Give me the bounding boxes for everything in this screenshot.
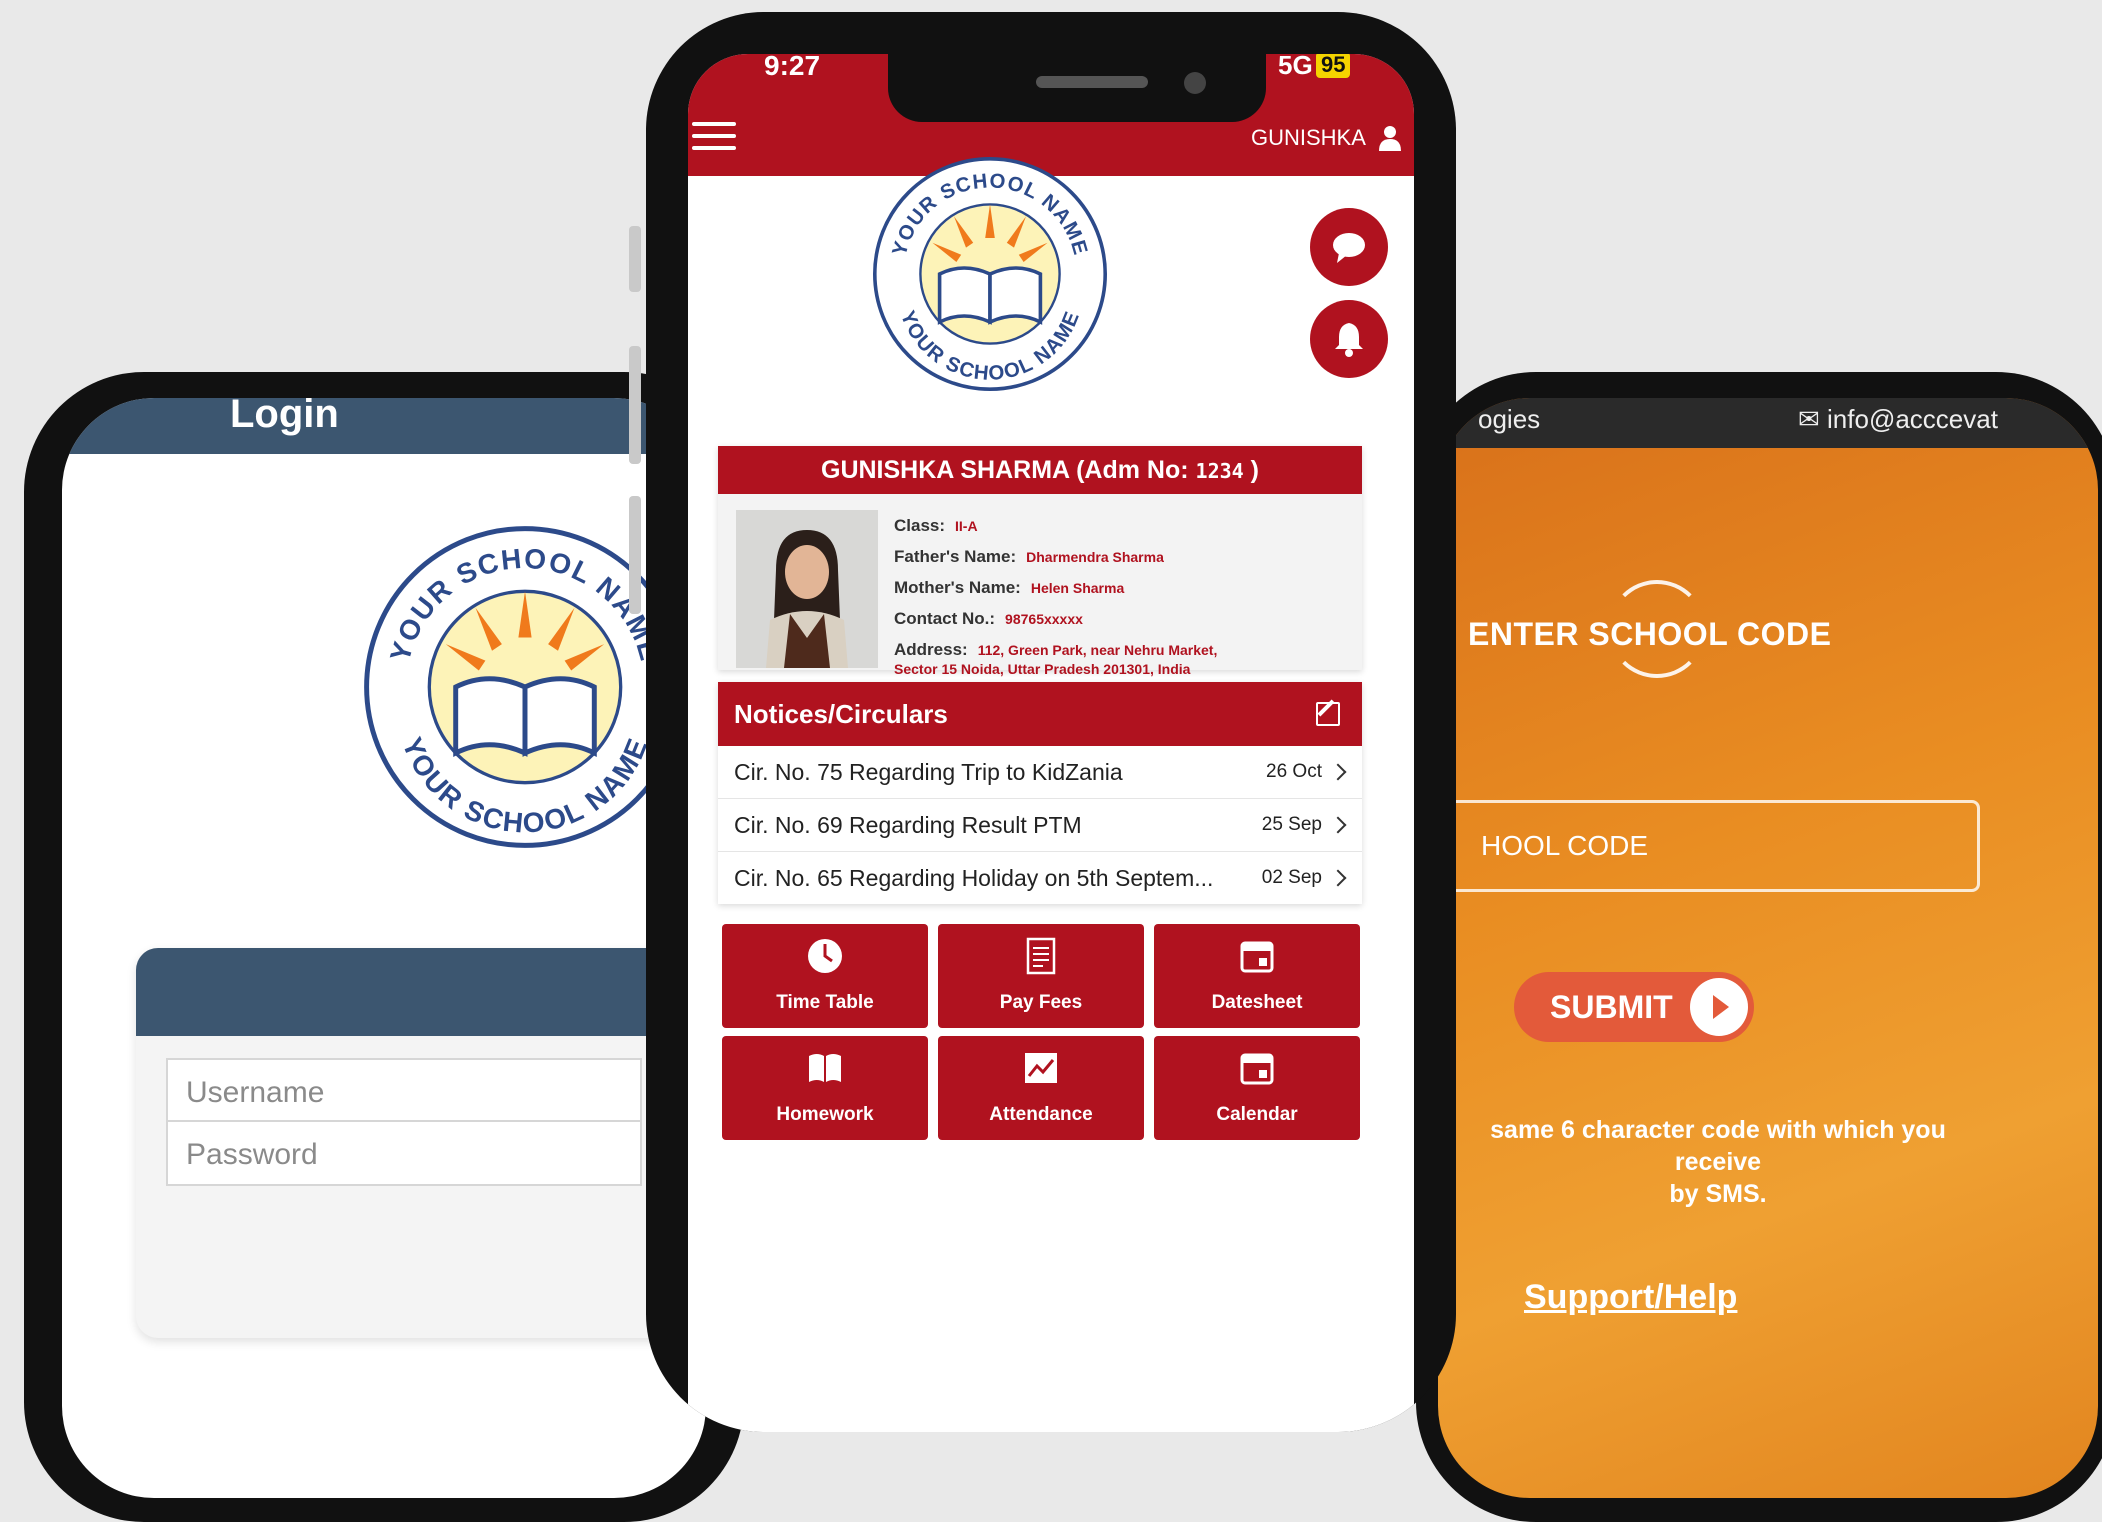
notice-title: Cir. No. 69 Regarding Result PTM: [734, 812, 1082, 838]
tile-label: Time Table: [776, 992, 874, 1013]
chevron-right-icon: [1329, 816, 1347, 834]
tile-pay-fees[interactable]: Pay Fees: [938, 924, 1144, 1028]
hint-line-2: by SMS.: [1669, 1180, 1767, 1208]
login-screen: Login YOUR SCHOOL NAME YOUR SCHOOL NAME …: [62, 398, 706, 1498]
school-code-screen: ogies ✉ info@acccevat ENTER SCHOOL CODE …: [1438, 398, 2098, 1498]
notice-item[interactable]: Cir. No. 75 Regarding Trip to KidZania 2…: [718, 746, 1362, 799]
company-name-text: ogies: [1478, 404, 1541, 434]
chat-icon: [1333, 233, 1365, 263]
user-icon: [1379, 126, 1401, 152]
notice-item[interactable]: Cir. No. 69 Regarding Result PTM 25 Sep: [718, 799, 1362, 852]
father-value: Dharmendra Sharma: [1026, 549, 1164, 565]
address-line-2: Sector 15 Noida, Uttar Pradesh 201301, I…: [894, 661, 1191, 677]
calendar-icon: [1240, 941, 1274, 973]
status-time: 9:27: [764, 54, 821, 81]
notice-title: Cir. No. 75 Regarding Trip to KidZania: [734, 759, 1123, 785]
tile-label: Homework: [776, 1104, 874, 1125]
play-arrow-icon: [1690, 978, 1748, 1036]
user-name: GUNISHKA: [1250, 125, 1366, 151]
username-input[interactable]: Username: [166, 1058, 642, 1124]
volume-up-button: [629, 346, 641, 464]
hint-line-1: same 6 character code with which you rec…: [1490, 1116, 1946, 1176]
tile-label: Datesheet: [1211, 992, 1303, 1013]
notices-header: Notices/Circulars: [718, 682, 1362, 746]
submit-label: SUBMIT: [1550, 989, 1673, 1025]
address-line-1: 112, Green Park, near Nehru Market,: [977, 642, 1218, 658]
login-header: Login: [62, 398, 706, 454]
volume-down-button: [629, 496, 641, 614]
login-form-card: Username Password F: [136, 948, 706, 1338]
tile-time-table[interactable]: Time Table: [722, 924, 928, 1028]
support-help-link[interactable]: Support/Help: [1524, 1278, 1737, 1317]
battery-indicator: 95: [1316, 54, 1351, 78]
clock-icon: [808, 939, 842, 973]
tile-calendar[interactable]: Calendar: [1154, 1036, 1360, 1140]
tile-attendance[interactable]: Attendance: [938, 1036, 1144, 1140]
chevron-right-icon: [1329, 869, 1347, 887]
login-card-header: [136, 948, 706, 1036]
mail-icon: ✉: [1798, 404, 1820, 434]
menu-icon[interactable]: [692, 122, 736, 150]
dashboard-screen: 9:27 5G 95 GUNISHKA YOUR SCHOOL NAME YOU…: [688, 54, 1414, 1432]
school-logo: YOUR SCHOOL NAME YOUR SCHOOL NAME: [873, 157, 1107, 391]
chat-button[interactable]: [1310, 208, 1388, 286]
student-photo: [736, 510, 878, 668]
user-profile[interactable]: GUNISHKA: [1250, 124, 1402, 152]
address-label: Address:: [894, 640, 968, 659]
sms-hint-text: same 6 character code with which you rec…: [1478, 1114, 1958, 1210]
tile-label: Calendar: [1216, 1104, 1298, 1125]
notice-date: 02 Sep: [1261, 867, 1322, 888]
student-name: GUNISHKA SHARMA (Adm No:: [821, 456, 1189, 484]
network-indicator: 5G: [1278, 54, 1313, 80]
student-info-card: GUNISHKA SHARMA (Adm No: 1234 ) Class: II…: [718, 446, 1362, 677]
contact-label: Contact No.:: [894, 609, 996, 628]
class-value: II-A: [955, 518, 978, 534]
chart-icon: [1025, 1053, 1057, 1083]
father-label: Father's Name:: [894, 547, 1017, 566]
chevron-right-icon: [1329, 763, 1347, 781]
phone-notch: [888, 54, 1266, 122]
email-text: info@acccevat: [1827, 404, 1998, 434]
document-icon: [1026, 937, 1056, 975]
center-phone-frame: 9:27 5G 95 GUNISHKA YOUR SCHOOL NAME YOU…: [646, 12, 1456, 1432]
tile-label: Pay Fees: [999, 992, 1083, 1013]
school-code-input[interactable]: HOOL CODE: [1438, 800, 1980, 892]
notice-date: 25 Sep: [1261, 814, 1322, 835]
calendar-icon: [1240, 1053, 1274, 1085]
school-code-title: ENTER SCHOOL CODE: [1468, 616, 1832, 652]
student-details: Class: II-A Father's Name: Dharmendra Shar…: [894, 516, 1217, 687]
notices-title: Notices/Circulars: [734, 699, 948, 729]
mother-value: Helen Sharma: [1030, 580, 1125, 596]
mute-switch: [629, 226, 641, 292]
notice-title: Cir. No. 65 Regarding Holiday on 5th Sep…: [734, 865, 1214, 891]
email-contact[interactable]: ✉ info@acccevat: [1798, 404, 1998, 435]
contact-value: 98765xxxxx: [1005, 611, 1083, 627]
speaker-grille: [1036, 76, 1148, 88]
edit-icon[interactable]: [1316, 702, 1340, 726]
class-label: Class:: [894, 516, 946, 535]
notices-card: Notices/Circulars Cir. No. 75 Regarding …: [718, 682, 1362, 904]
admission-close: ): [1250, 456, 1259, 484]
student-name-header: GUNISHKA SHARMA (Adm No: 1234 ): [718, 446, 1362, 494]
notice-date: 26 Oct: [1266, 761, 1322, 782]
tile-datesheet[interactable]: Datesheet: [1154, 924, 1360, 1028]
password-input[interactable]: Password: [166, 1120, 642, 1186]
submit-button[interactable]: SUBMIT: [1514, 972, 1754, 1042]
right-phone-frame: ogies ✉ info@acccevat ENTER SCHOOL CODE …: [1416, 372, 2102, 1522]
top-info-bar: ogies ✉ info@acccevat: [1438, 398, 2098, 448]
mother-label: Mother's Name:: [894, 578, 1021, 597]
notice-item[interactable]: Cir. No. 65 Regarding Holiday on 5th Sep…: [718, 852, 1362, 904]
tile-homework[interactable]: Homework: [722, 1036, 928, 1140]
notification-button[interactable]: [1310, 300, 1388, 378]
book-icon: [809, 1054, 841, 1082]
admission-number: 1234: [1195, 459, 1244, 483]
login-title: Login: [230, 398, 339, 436]
front-camera: [1184, 72, 1206, 94]
bell-icon: [1335, 323, 1363, 357]
tile-label: Attendance: [989, 1104, 1093, 1125]
